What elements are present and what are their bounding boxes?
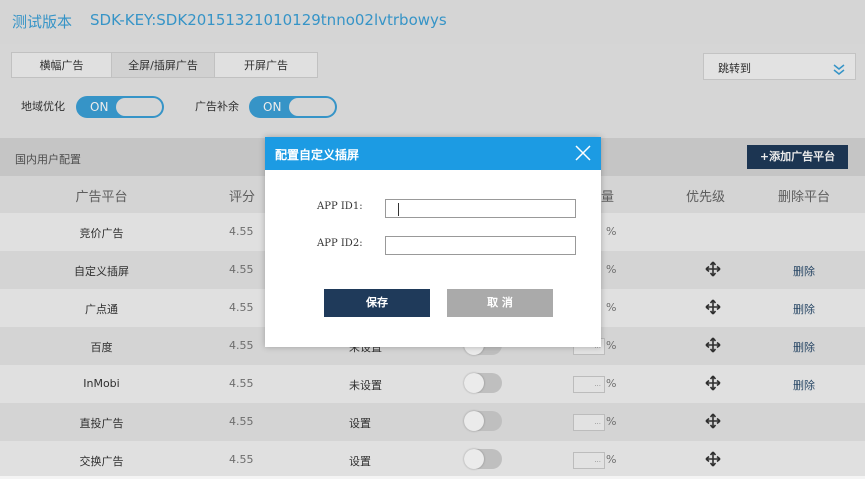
config-custom-interstitial-dialog: 配置自定义插屏 APP ID1: APP ID2: 保存 取 消 bbox=[265, 137, 601, 347]
dialog-header: 配置自定义插屏 bbox=[265, 137, 601, 170]
app-id1-label: APP ID1: bbox=[317, 201, 363, 212]
cancel-button[interactable]: 取 消 bbox=[447, 289, 553, 317]
dialog-title: 配置自定义插屏 bbox=[275, 148, 360, 162]
text-caret bbox=[398, 203, 399, 216]
app-id2-input[interactable] bbox=[385, 236, 576, 255]
save-button[interactable]: 保存 bbox=[324, 289, 430, 317]
app-id1-input[interactable] bbox=[385, 199, 576, 218]
app-id2-label: APP ID2: bbox=[317, 238, 363, 249]
close-icon[interactable] bbox=[575, 145, 591, 165]
